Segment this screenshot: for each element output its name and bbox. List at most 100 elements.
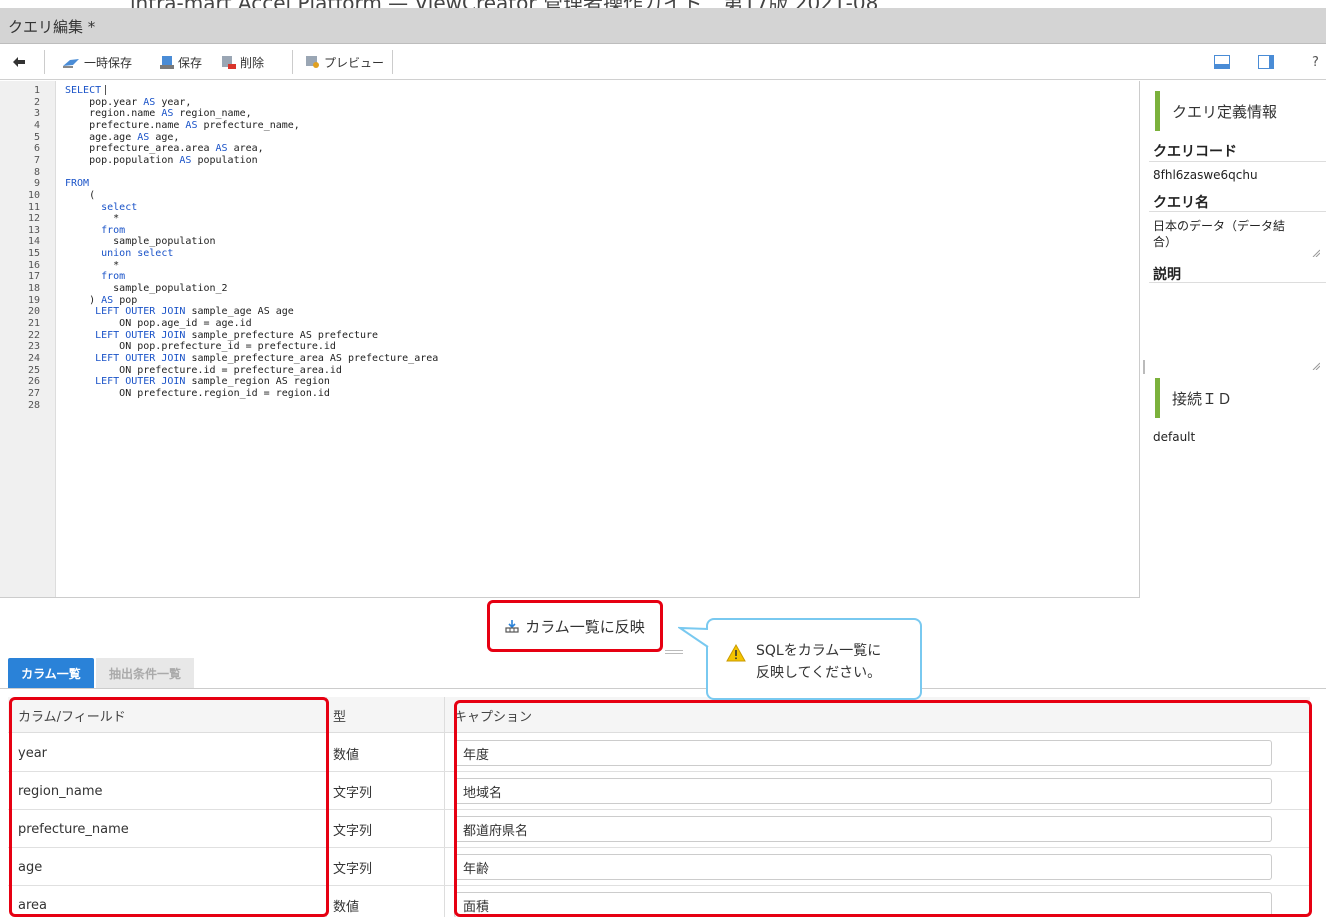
column-name-cell: age [18, 859, 43, 875]
code-line: age.age AS age, [65, 131, 180, 143]
window-title: クエリ編集 * [8, 18, 96, 36]
code-line: LEFT OUTER JOIN sample_age AS age [95, 306, 294, 318]
sql-keyword: from [101, 271, 126, 283]
tooltip-line-2: 反映してください。 [756, 665, 882, 681]
tab-column-list[interactable]: カラム一覧 [8, 658, 94, 688]
tabs-divider [0, 688, 1326, 689]
code-line: region.name AS region_name, [65, 108, 252, 120]
line-number: 25 [27, 364, 40, 376]
sql-keyword: AS [161, 108, 174, 120]
sql-editor[interactable]: 1 2 3 4 5 6 7 8 9 10 11 12 13 14 15 16 17 18 19 20 21 22 23 24 2… [0, 81, 1140, 597]
bottom-tabs: カラム一覧 抽出条件一覧 [8, 658, 1326, 688]
line-number: 28 [27, 399, 40, 411]
code-line: LEFT OUTER JOIN sample_region AS region [95, 376, 330, 388]
description-textarea[interactable] [1149, 283, 1326, 375]
caption-input[interactable] [454, 854, 1272, 880]
table-row: year 数値 [8, 734, 1310, 772]
sql-keyword: AS [101, 294, 114, 306]
caption-input[interactable] [454, 816, 1272, 842]
tooltip-pointer [678, 626, 709, 648]
table-row: region_name 文字列 [8, 772, 1310, 810]
code-line: prefecture.name AS prefecture_name, [65, 119, 300, 131]
editor-footer: カラム一覧に反映 [0, 597, 1140, 657]
query-definition-heading: クエリ定義情報 [1155, 91, 1277, 131]
line-number: 27 [27, 387, 40, 399]
sql-keyword: LEFT OUTER JOIN [95, 306, 186, 318]
caption-input[interactable] [454, 778, 1272, 804]
column-name-cell: prefecture_name [18, 821, 129, 837]
resize-grip[interactable] [665, 650, 683, 654]
help-button[interactable]: ? [1312, 53, 1319, 71]
temp-save-button[interactable]: 一時保存 [62, 53, 132, 71]
line-number: 4 [33, 119, 40, 131]
window-titlebar: クエリ編集 * [0, 8, 1326, 44]
temp-save-icon [63, 59, 79, 68]
line-number: 26 [27, 376, 40, 388]
panel-splitter[interactable] [1143, 360, 1145, 374]
back-button[interactable] [12, 53, 26, 71]
sql-keyword: AS [215, 143, 228, 155]
line-number: 8 [33, 166, 40, 178]
query-name-line-1[interactable]: 日本のデータ（データ結 [1153, 217, 1285, 234]
table-row: age 文字列 [8, 848, 1310, 886]
caption-input[interactable] [454, 892, 1272, 917]
divider [1149, 211, 1326, 212]
code-line: ( [65, 189, 96, 201]
connection-id-heading: 接続ＩＤ [1155, 378, 1232, 418]
layout-vertical-button[interactable] [1258, 53, 1274, 71]
type-cell: 文字列 [333, 785, 373, 801]
code-line: SELECT [65, 85, 107, 96]
preview-button[interactable]: プレビュー [306, 53, 384, 71]
type-cell: 数値 [333, 747, 360, 763]
line-number: 18 [27, 283, 40, 295]
column-grid: カラム/フィールド 型 キャプション year数値region_name文字列p… [8, 697, 1310, 917]
line-number: 12 [27, 213, 40, 225]
line-number: 11 [27, 201, 40, 213]
layout-bottom-panel-icon [1214, 55, 1230, 69]
line-number: 14 [27, 236, 40, 248]
query-name-label: クエリ名 [1153, 195, 1209, 211]
save-icon [160, 55, 174, 69]
description-label: 説明 [1153, 267, 1181, 283]
save-button[interactable]: 保存 [160, 53, 202, 71]
code-line: select [65, 202, 137, 213]
line-number: 6 [33, 143, 40, 155]
toolbar-separator [392, 50, 393, 74]
tab-condition-list[interactable]: 抽出条件一覧 [96, 658, 194, 688]
column-name-cell: area [18, 897, 47, 913]
line-number: 20 [27, 306, 40, 318]
resize-handle-icon[interactable] [1312, 249, 1320, 257]
query-name-line-2[interactable]: 合） [1153, 233, 1177, 250]
delete-button[interactable]: 削除 [222, 53, 264, 71]
line-number: 21 [27, 318, 40, 329]
code-line: pop.year AS year, [65, 96, 192, 108]
resize-handle-icon[interactable] [1312, 362, 1320, 370]
code-line: * [65, 213, 120, 225]
preview-icon [306, 55, 319, 68]
caption-input[interactable] [454, 740, 1272, 766]
line-number: 7 [33, 154, 40, 166]
table-row: prefecture_name 文字列 [8, 810, 1310, 848]
sql-keyword: LEFT OUTER JOIN [95, 376, 186, 388]
warning-icon [726, 644, 746, 662]
line-number: 24 [27, 352, 40, 364]
line-number: 16 [27, 259, 40, 271]
header-column: カラム/フィールド [18, 709, 126, 725]
code-line: FROM [65, 178, 89, 189]
arrow-left-icon [13, 57, 25, 67]
connection-id-value: default [1153, 430, 1196, 444]
sql-keyword: AS [179, 154, 192, 166]
delete-icon [222, 55, 236, 69]
document-header: intra-mart Accel Platform — ViewCreator … [0, 0, 1326, 8]
sql-keyword: select [101, 201, 138, 213]
document-header-text: intra-mart Accel Platform — ViewCreator … [130, 0, 878, 8]
toolbar: 一時保存 保存 削除 プレビュー ? [0, 44, 1326, 80]
column-name-cell: year [18, 745, 48, 761]
line-number: 13 [27, 224, 40, 236]
sql-keyword: LEFT OUTER JOIN [95, 352, 186, 364]
query-code-value: 8fhl6zaswe6qchu [1153, 168, 1258, 182]
sql-keyword: AS [143, 96, 156, 108]
layout-horizontal-button[interactable] [1214, 53, 1230, 71]
reflect-to-columns-button[interactable]: カラム一覧に反映 [487, 600, 663, 652]
line-number: 9 [33, 178, 40, 190]
